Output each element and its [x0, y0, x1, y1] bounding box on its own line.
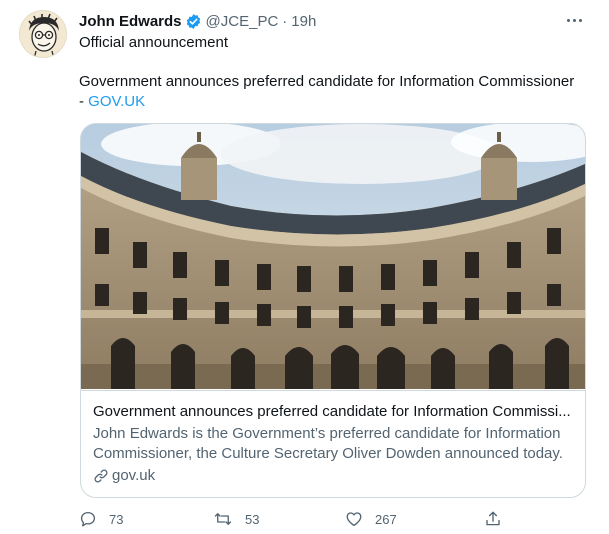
reply-icon	[80, 511, 96, 527]
verified-badge-icon	[185, 13, 202, 30]
card-description: John Edwards is the Government’s preferr…	[93, 425, 563, 462]
gov-uk-link[interactable]: GOV.UK	[88, 93, 145, 110]
tweet-text-line: - GOV.UK	[79, 92, 589, 112]
card-title[interactable]: Government announces preferred candidate…	[93, 402, 573, 422]
avatar[interactable]	[19, 10, 67, 58]
link-icon	[94, 469, 108, 483]
tweet[interactable]: John Edwards @JCE_PC · 19h Official anno…	[0, 0, 609, 534]
like-icon	[346, 512, 362, 527]
author-name[interactable]: John Edwards	[79, 13, 182, 30]
reply-button[interactable]: 73	[79, 508, 123, 530]
like-count: 267	[375, 511, 397, 527]
link-preview-card[interactable]: Government announces preferred candidate…	[80, 123, 586, 498]
more-options-icon[interactable]	[563, 13, 585, 27]
tweet-actions: 73 53 267	[79, 508, 509, 530]
retweet-count: 53	[245, 511, 260, 527]
author-handle[interactable]: @JCE_PC	[206, 13, 279, 30]
share-icon	[486, 511, 500, 526]
retweet-button[interactable]: 53	[213, 508, 259, 530]
card-body: Government announces preferred candidate…	[81, 390, 585, 497]
share-button[interactable]	[484, 508, 514, 530]
card-domain-label: gov.uk	[112, 467, 156, 484]
tweet-text-prefix: -	[79, 93, 89, 110]
like-button[interactable]: 267	[345, 508, 397, 530]
tweet-header: John Edwards @JCE_PC · 19h	[79, 11, 316, 31]
tweet-text-line: Government announces preferred candidate…	[79, 73, 575, 90]
separator-dot: ·	[282, 12, 288, 30]
reply-count: 73	[109, 511, 124, 527]
retweet-icon	[214, 513, 232, 525]
tweet-text-line: Official announcement	[79, 34, 228, 51]
card-domain: gov.uk	[93, 466, 573, 486]
card-image-building[interactable]	[81, 124, 585, 389]
timestamp[interactable]: 19h	[291, 13, 316, 30]
